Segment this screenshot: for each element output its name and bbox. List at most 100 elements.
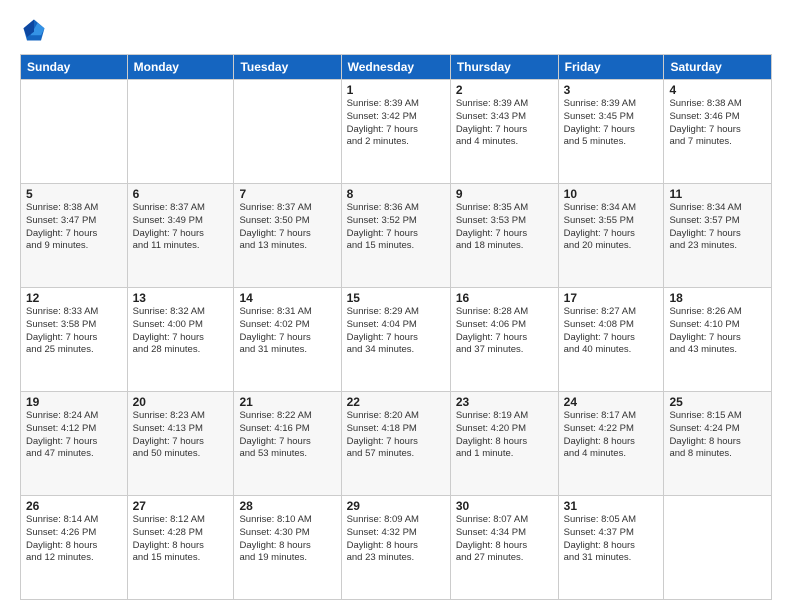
weekday-header-row: SundayMondayTuesdayWednesdayThursdayFrid…	[21, 55, 772, 80]
day-number: 20	[133, 395, 229, 409]
day-number: 13	[133, 291, 229, 305]
calendar-header: SundayMondayTuesdayWednesdayThursdayFrid…	[21, 55, 772, 80]
day-info: Sunrise: 8:14 AM Sunset: 4:26 PM Dayligh…	[26, 514, 122, 565]
day-info: Sunrise: 8:27 AM Sunset: 4:08 PM Dayligh…	[564, 306, 659, 357]
calendar-cell: 25Sunrise: 8:15 AM Sunset: 4:24 PM Dayli…	[664, 392, 772, 496]
day-number: 29	[347, 499, 445, 513]
calendar-cell	[664, 496, 772, 600]
day-number: 27	[133, 499, 229, 513]
day-number: 9	[456, 187, 553, 201]
weekday-header-saturday: Saturday	[664, 55, 772, 80]
calendar-week-4: 19Sunrise: 8:24 AM Sunset: 4:12 PM Dayli…	[21, 392, 772, 496]
calendar-cell	[127, 80, 234, 184]
day-info: Sunrise: 8:34 AM Sunset: 3:55 PM Dayligh…	[564, 202, 659, 253]
day-info: Sunrise: 8:31 AM Sunset: 4:02 PM Dayligh…	[239, 306, 335, 357]
day-info: Sunrise: 8:22 AM Sunset: 4:16 PM Dayligh…	[239, 410, 335, 461]
calendar-cell: 6Sunrise: 8:37 AM Sunset: 3:49 PM Daylig…	[127, 184, 234, 288]
calendar-week-2: 5Sunrise: 8:38 AM Sunset: 3:47 PM Daylig…	[21, 184, 772, 288]
day-number: 19	[26, 395, 122, 409]
day-number: 6	[133, 187, 229, 201]
weekday-header-friday: Friday	[558, 55, 664, 80]
day-number: 16	[456, 291, 553, 305]
calendar-table: SundayMondayTuesdayWednesdayThursdayFrid…	[20, 54, 772, 600]
calendar-cell: 30Sunrise: 8:07 AM Sunset: 4:34 PM Dayli…	[450, 496, 558, 600]
calendar-cell: 11Sunrise: 8:34 AM Sunset: 3:57 PM Dayli…	[664, 184, 772, 288]
day-info: Sunrise: 8:39 AM Sunset: 3:43 PM Dayligh…	[456, 98, 553, 149]
calendar-cell: 16Sunrise: 8:28 AM Sunset: 4:06 PM Dayli…	[450, 288, 558, 392]
calendar-cell: 13Sunrise: 8:32 AM Sunset: 4:00 PM Dayli…	[127, 288, 234, 392]
calendar-cell	[21, 80, 128, 184]
calendar-cell: 29Sunrise: 8:09 AM Sunset: 4:32 PM Dayli…	[341, 496, 450, 600]
calendar-cell	[234, 80, 341, 184]
day-number: 7	[239, 187, 335, 201]
calendar-week-5: 26Sunrise: 8:14 AM Sunset: 4:26 PM Dayli…	[21, 496, 772, 600]
day-number: 2	[456, 83, 553, 97]
calendar-cell: 1Sunrise: 8:39 AM Sunset: 3:42 PM Daylig…	[341, 80, 450, 184]
calendar-cell: 19Sunrise: 8:24 AM Sunset: 4:12 PM Dayli…	[21, 392, 128, 496]
calendar-cell: 26Sunrise: 8:14 AM Sunset: 4:26 PM Dayli…	[21, 496, 128, 600]
day-info: Sunrise: 8:07 AM Sunset: 4:34 PM Dayligh…	[456, 514, 553, 565]
day-info: Sunrise: 8:39 AM Sunset: 3:42 PM Dayligh…	[347, 98, 445, 149]
weekday-header-wednesday: Wednesday	[341, 55, 450, 80]
day-number: 31	[564, 499, 659, 513]
calendar-cell: 10Sunrise: 8:34 AM Sunset: 3:55 PM Dayli…	[558, 184, 664, 288]
day-number: 23	[456, 395, 553, 409]
calendar-cell: 4Sunrise: 8:38 AM Sunset: 3:46 PM Daylig…	[664, 80, 772, 184]
calendar-cell: 20Sunrise: 8:23 AM Sunset: 4:13 PM Dayli…	[127, 392, 234, 496]
calendar-cell: 21Sunrise: 8:22 AM Sunset: 4:16 PM Dayli…	[234, 392, 341, 496]
day-info: Sunrise: 8:17 AM Sunset: 4:22 PM Dayligh…	[564, 410, 659, 461]
day-info: Sunrise: 8:26 AM Sunset: 4:10 PM Dayligh…	[669, 306, 766, 357]
calendar-cell: 28Sunrise: 8:10 AM Sunset: 4:30 PM Dayli…	[234, 496, 341, 600]
day-info: Sunrise: 8:15 AM Sunset: 4:24 PM Dayligh…	[669, 410, 766, 461]
calendar-week-3: 12Sunrise: 8:33 AM Sunset: 3:58 PM Dayli…	[21, 288, 772, 392]
weekday-header-thursday: Thursday	[450, 55, 558, 80]
day-number: 3	[564, 83, 659, 97]
day-info: Sunrise: 8:29 AM Sunset: 4:04 PM Dayligh…	[347, 306, 445, 357]
day-info: Sunrise: 8:34 AM Sunset: 3:57 PM Dayligh…	[669, 202, 766, 253]
calendar-cell: 31Sunrise: 8:05 AM Sunset: 4:37 PM Dayli…	[558, 496, 664, 600]
calendar-cell: 14Sunrise: 8:31 AM Sunset: 4:02 PM Dayli…	[234, 288, 341, 392]
day-info: Sunrise: 8:37 AM Sunset: 3:50 PM Dayligh…	[239, 202, 335, 253]
day-number: 12	[26, 291, 122, 305]
day-info: Sunrise: 8:35 AM Sunset: 3:53 PM Dayligh…	[456, 202, 553, 253]
calendar-cell: 15Sunrise: 8:29 AM Sunset: 4:04 PM Dayli…	[341, 288, 450, 392]
day-number: 11	[669, 187, 766, 201]
day-info: Sunrise: 8:23 AM Sunset: 4:13 PM Dayligh…	[133, 410, 229, 461]
logo-icon	[20, 16, 48, 44]
day-info: Sunrise: 8:12 AM Sunset: 4:28 PM Dayligh…	[133, 514, 229, 565]
day-number: 21	[239, 395, 335, 409]
day-number: 1	[347, 83, 445, 97]
calendar-cell: 5Sunrise: 8:38 AM Sunset: 3:47 PM Daylig…	[21, 184, 128, 288]
logo	[20, 16, 52, 44]
day-number: 30	[456, 499, 553, 513]
day-info: Sunrise: 8:38 AM Sunset: 3:47 PM Dayligh…	[26, 202, 122, 253]
day-number: 14	[239, 291, 335, 305]
day-info: Sunrise: 8:38 AM Sunset: 3:46 PM Dayligh…	[669, 98, 766, 149]
day-info: Sunrise: 8:19 AM Sunset: 4:20 PM Dayligh…	[456, 410, 553, 461]
calendar-cell: 22Sunrise: 8:20 AM Sunset: 4:18 PM Dayli…	[341, 392, 450, 496]
weekday-header-monday: Monday	[127, 55, 234, 80]
calendar-cell: 12Sunrise: 8:33 AM Sunset: 3:58 PM Dayli…	[21, 288, 128, 392]
calendar-cell: 7Sunrise: 8:37 AM Sunset: 3:50 PM Daylig…	[234, 184, 341, 288]
day-number: 24	[564, 395, 659, 409]
day-number: 28	[239, 499, 335, 513]
day-number: 18	[669, 291, 766, 305]
calendar-cell: 18Sunrise: 8:26 AM Sunset: 4:10 PM Dayli…	[664, 288, 772, 392]
day-info: Sunrise: 8:24 AM Sunset: 4:12 PM Dayligh…	[26, 410, 122, 461]
calendar-cell: 17Sunrise: 8:27 AM Sunset: 4:08 PM Dayli…	[558, 288, 664, 392]
day-info: Sunrise: 8:37 AM Sunset: 3:49 PM Dayligh…	[133, 202, 229, 253]
day-info: Sunrise: 8:05 AM Sunset: 4:37 PM Dayligh…	[564, 514, 659, 565]
day-info: Sunrise: 8:39 AM Sunset: 3:45 PM Dayligh…	[564, 98, 659, 149]
calendar-week-1: 1Sunrise: 8:39 AM Sunset: 3:42 PM Daylig…	[21, 80, 772, 184]
calendar-cell: 8Sunrise: 8:36 AM Sunset: 3:52 PM Daylig…	[341, 184, 450, 288]
day-info: Sunrise: 8:36 AM Sunset: 3:52 PM Dayligh…	[347, 202, 445, 253]
header	[20, 16, 772, 44]
day-number: 25	[669, 395, 766, 409]
weekday-header-sunday: Sunday	[21, 55, 128, 80]
calendar-cell: 3Sunrise: 8:39 AM Sunset: 3:45 PM Daylig…	[558, 80, 664, 184]
calendar-cell: 9Sunrise: 8:35 AM Sunset: 3:53 PM Daylig…	[450, 184, 558, 288]
day-info: Sunrise: 8:28 AM Sunset: 4:06 PM Dayligh…	[456, 306, 553, 357]
day-info: Sunrise: 8:10 AM Sunset: 4:30 PM Dayligh…	[239, 514, 335, 565]
day-number: 5	[26, 187, 122, 201]
calendar-cell: 24Sunrise: 8:17 AM Sunset: 4:22 PM Dayli…	[558, 392, 664, 496]
